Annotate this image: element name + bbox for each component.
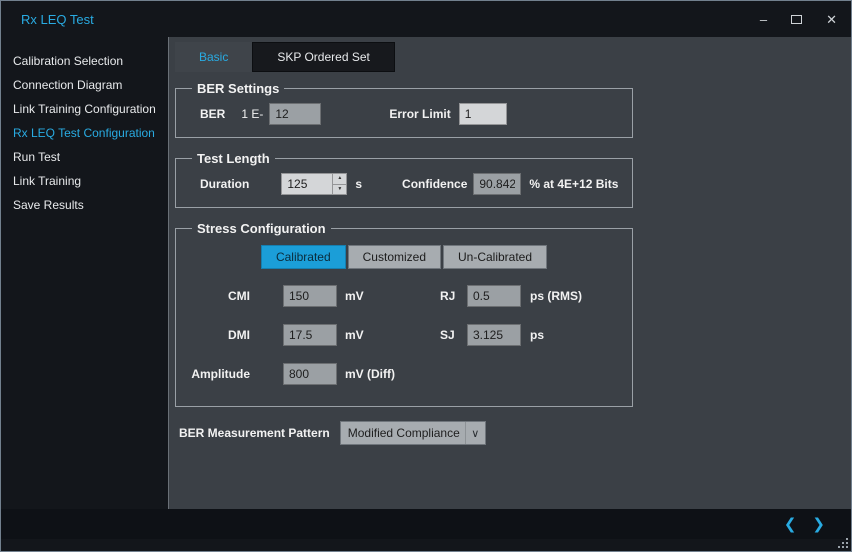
ber-settings-row: BER 1 E- Error Limit (188, 101, 620, 127)
stress-mode-buttons: Calibrated Customized Un-Calibrated (188, 245, 620, 269)
cmi-input[interactable] (283, 285, 337, 307)
sidebar-item-run-test[interactable]: Run Test (1, 145, 168, 169)
test-length-legend: Test Length (192, 151, 275, 166)
minimize-icon[interactable]: – (760, 13, 767, 26)
sidebar-item-calibration-selection[interactable]: Calibration Selection (1, 49, 168, 73)
tab-basic[interactable]: Basic (175, 42, 252, 72)
amplitude-input[interactable] (283, 363, 337, 385)
duration-unit: s (355, 177, 362, 191)
spin-down-icon[interactable]: ▼ (333, 184, 347, 196)
sj-input[interactable] (467, 324, 521, 346)
sidebar-item-link-training-configuration[interactable]: Link Training Configuration (1, 97, 168, 121)
sidebar-item-rx-leq-test-configuration[interactable]: Rx LEQ Test Configuration (1, 121, 168, 145)
customized-button[interactable]: Customized (348, 245, 441, 269)
duration-spinner: ▲ ▼ (333, 173, 347, 195)
footer-bar: ❮ ❯ (1, 509, 851, 539)
cmi-label: CMI (188, 289, 250, 303)
resize-grip[interactable] (837, 537, 848, 548)
amplitude-unit: mV (Diff) (345, 367, 430, 381)
sj-label: SJ (440, 328, 464, 342)
window-title: Rx LEQ Test (21, 12, 94, 27)
ber-settings-group: BER Settings BER 1 E- Error Limit (175, 81, 633, 138)
sidebar: Calibration Selection Connection Diagram… (1, 37, 169, 509)
rj-label: RJ (440, 289, 464, 303)
confidence-suffix: % at 4E+12 Bits (529, 177, 618, 191)
title-bar: Rx LEQ Test – ✕ (1, 1, 851, 37)
duration-label: Duration (200, 177, 249, 191)
calibrated-button[interactable]: Calibrated (261, 245, 346, 269)
amplitude-row: Amplitude mV (Diff) (188, 363, 620, 385)
next-page-icon[interactable]: ❯ (812, 517, 825, 532)
ber-measurement-pattern-value: Modified Compliance (348, 426, 460, 440)
un-calibrated-button[interactable]: Un-Calibrated (443, 245, 547, 269)
spin-up-icon[interactable]: ▲ (333, 173, 347, 184)
ber-settings-legend: BER Settings (192, 81, 284, 96)
close-icon[interactable]: ✕ (826, 13, 837, 26)
stress-configuration-group: Stress Configuration Calibrated Customiz… (175, 221, 633, 407)
ber-measurement-pattern-row: BER Measurement Pattern Modified Complia… (179, 421, 851, 445)
error-limit-input[interactable] (459, 103, 507, 125)
ber-measurement-pattern-select[interactable]: Modified Compliance ∨ (340, 421, 486, 445)
ber-measurement-pattern-label: BER Measurement Pattern (179, 426, 330, 440)
ber-exponent-input[interactable] (269, 103, 321, 125)
error-limit-label: Error Limit (389, 107, 450, 121)
dmi-label: DMI (188, 328, 250, 342)
cmi-rj-row: CMI mV RJ ps (RMS) (188, 285, 620, 307)
maximize-icon[interactable] (791, 13, 802, 26)
sj-unit: ps (530, 328, 544, 342)
dmi-unit: mV (345, 328, 430, 342)
confidence-label: Confidence (402, 177, 467, 191)
stress-configuration-legend: Stress Configuration (192, 221, 331, 236)
sidebar-item-save-results[interactable]: Save Results (1, 193, 168, 217)
sidebar-item-connection-diagram[interactable]: Connection Diagram (1, 73, 168, 97)
window-bottom-frame (1, 539, 851, 551)
tab-bar: Basic SKP Ordered Set (175, 42, 851, 72)
app-window: Rx LEQ Test – ✕ Calibration Selection Co… (0, 0, 852, 552)
confidence-input[interactable] (473, 173, 521, 195)
window-body: Calibration Selection Connection Diagram… (1, 37, 851, 509)
test-length-group: Test Length Duration ▲ ▼ s Confidence % … (175, 151, 633, 208)
amplitude-label: Amplitude (188, 367, 250, 381)
ber-label: BER (200, 107, 225, 121)
previous-page-icon[interactable]: ❮ (784, 517, 797, 532)
duration-stepper: ▲ ▼ (281, 173, 347, 195)
chevron-down-icon: ∨ (465, 422, 485, 444)
duration-input[interactable] (281, 173, 333, 195)
ber-exponent-prefix: 1 E- (241, 107, 263, 121)
dmi-input[interactable] (283, 324, 337, 346)
maximize-box-glyph (791, 15, 802, 24)
tab-skp-ordered-set[interactable]: SKP Ordered Set (252, 42, 395, 72)
window-controls: – ✕ (760, 13, 837, 26)
main-panel: Basic SKP Ordered Set BER Settings BER 1… (169, 37, 851, 509)
test-length-row: Duration ▲ ▼ s Confidence % at 4E+12 Bit… (188, 171, 620, 197)
cmi-unit: mV (345, 289, 430, 303)
rj-unit: ps (RMS) (530, 289, 582, 303)
sidebar-item-link-training[interactable]: Link Training (1, 169, 168, 193)
dmi-sj-row: DMI mV SJ ps (188, 324, 620, 346)
rj-input[interactable] (467, 285, 521, 307)
